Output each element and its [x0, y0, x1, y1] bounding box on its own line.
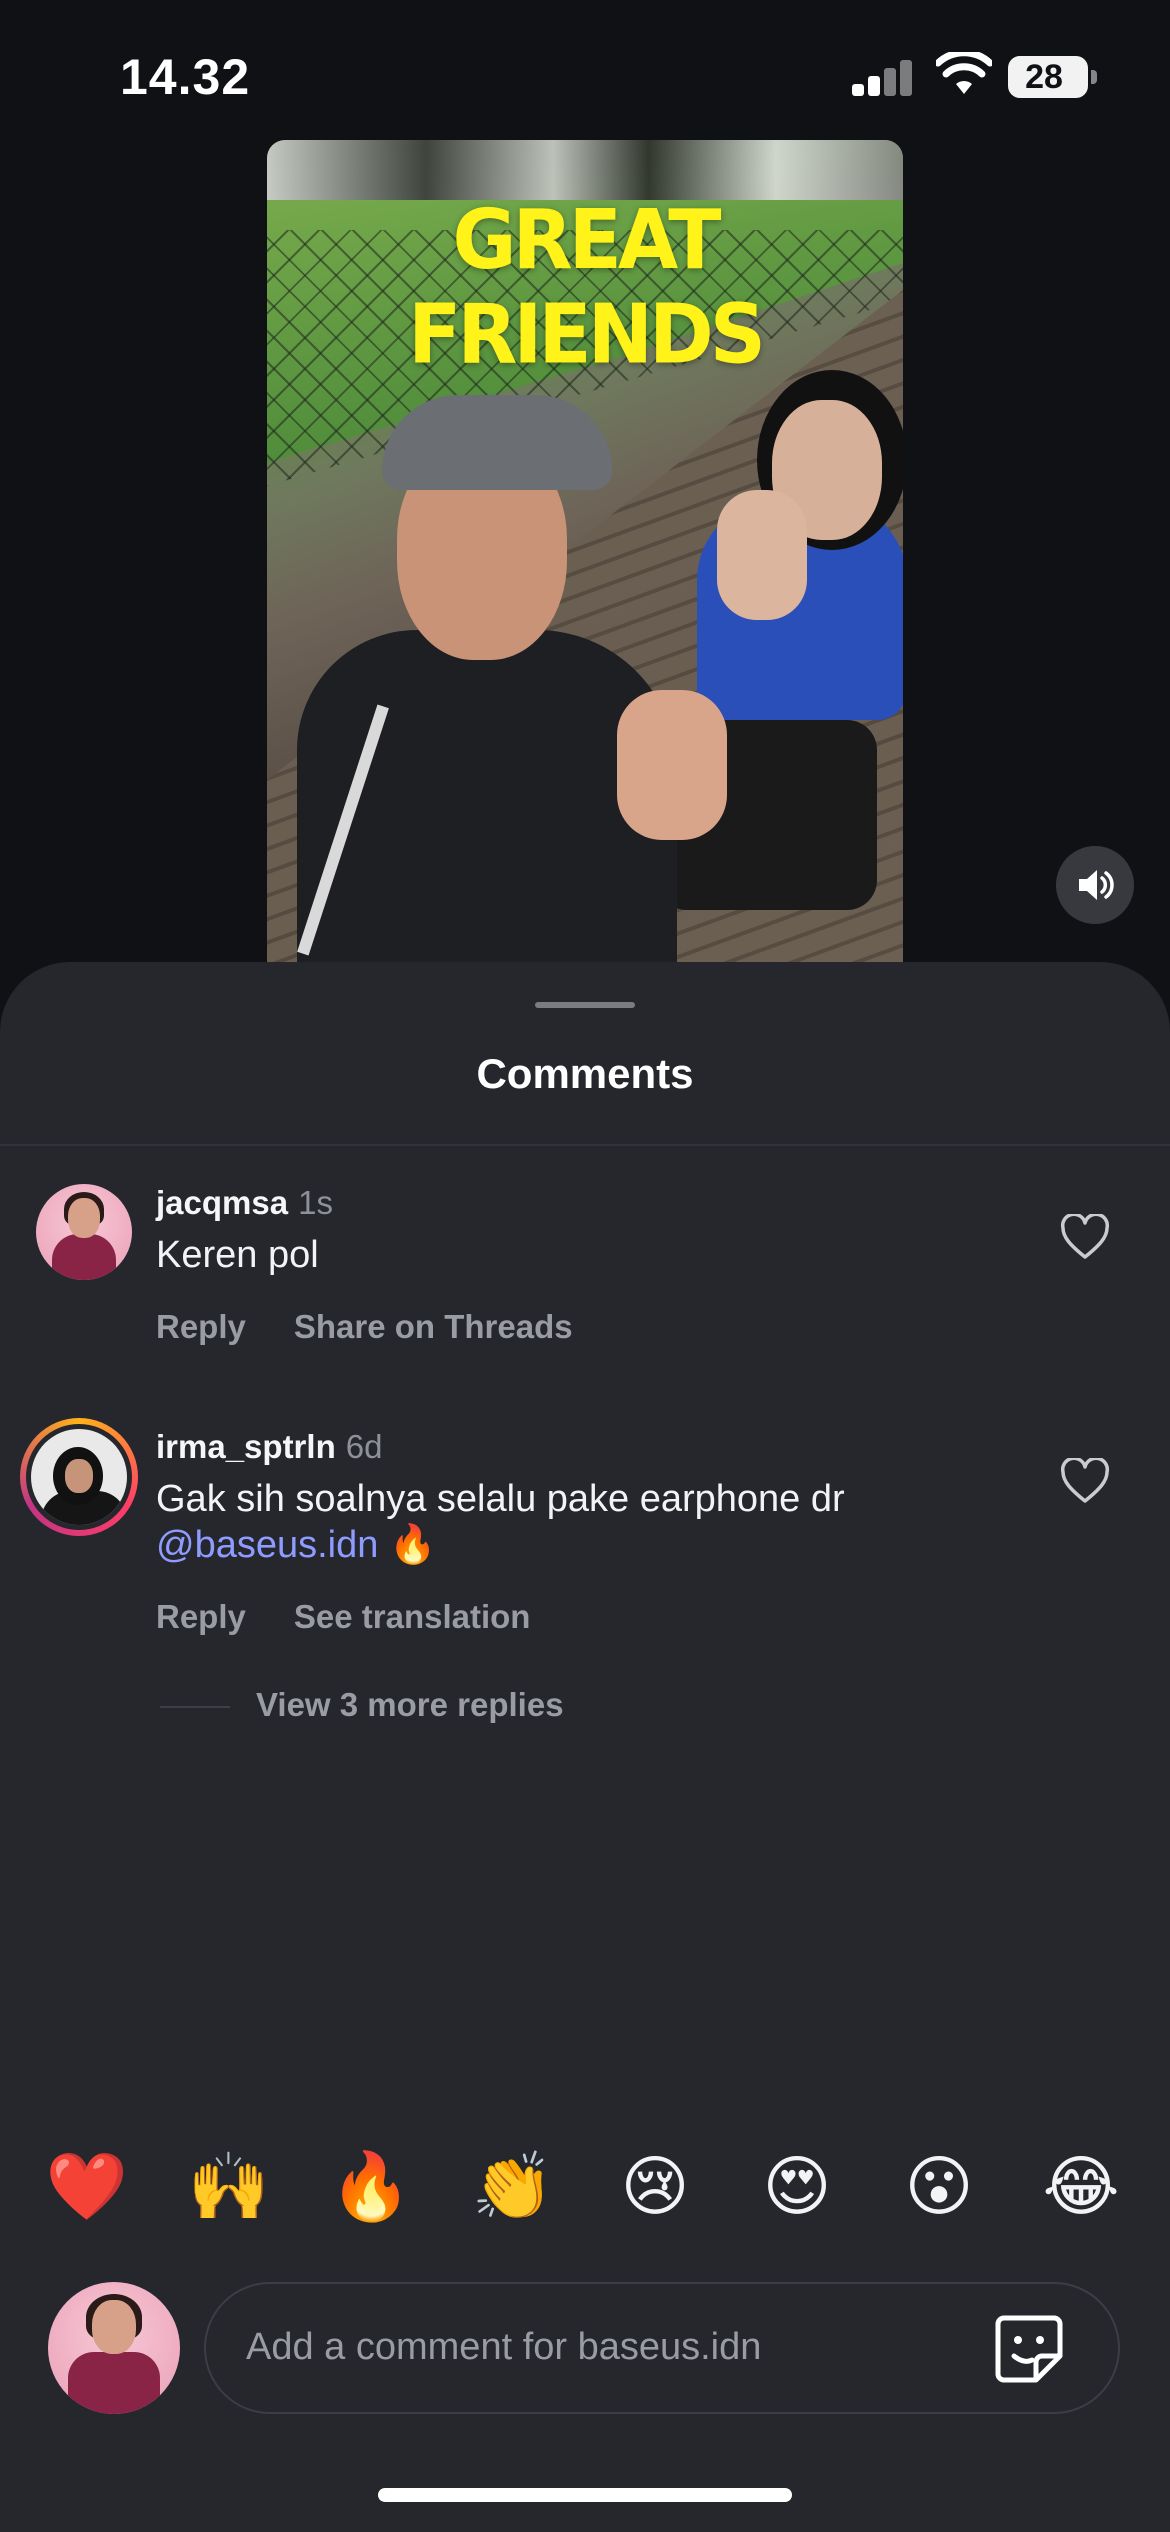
reaction-clap[interactable]: 👏: [468, 2142, 558, 2232]
battery-icon: 28: [1008, 56, 1097, 98]
comment-username[interactable]: jacqmsa 1s: [156, 1184, 333, 1222]
comment-body: Gak sih soalnya selalu pake earphone dr: [156, 1478, 845, 1520]
mention-link[interactable]: @baseus.idn: [156, 1524, 378, 1566]
reel-video[interactable]: GREAT FRIENDS: [267, 140, 903, 964]
person-left: [297, 370, 727, 964]
username-text[interactable]: irma_sptrln: [156, 1428, 336, 1465]
status-time: 14.32: [120, 49, 251, 105]
fire-emoji: 🔥: [388, 1524, 437, 1566]
sheet-grabber[interactable]: [535, 1002, 635, 1008]
status-bar: 14.32 28: [0, 0, 1170, 140]
sticker-icon[interactable]: [992, 2312, 1066, 2386]
view-more-replies-button[interactable]: View 3 more replies: [256, 1686, 564, 1724]
quick-reactions-bar: ❤️ 🙌 🔥 👏 😢 😍 😮 😂: [0, 2142, 1170, 2252]
home-indicator[interactable]: [378, 2488, 792, 2502]
reply-button[interactable]: Reply: [156, 1598, 246, 1635]
comment-actions: Reply See translation: [156, 1598, 578, 1636]
share-on-threads-button[interactable]: Share on Threads: [294, 1308, 573, 1345]
sheet-title: Comments: [476, 1050, 694, 1097]
comment-username[interactable]: irma_sptrln 6d: [156, 1428, 382, 1466]
comment-composer: Add a comment for baseus.idn: [0, 2270, 1170, 2470]
reaction-raised-hands[interactable]: 🙌: [184, 2142, 274, 2232]
comment-text: Gak sih soalnya selalu pake earphone dr …: [156, 1476, 1016, 1568]
comment-input[interactable]: Add a comment for baseus.idn: [204, 2282, 1120, 2414]
reaction-wow[interactable]: 😮: [894, 2142, 984, 2232]
sound-icon: [1079, 870, 1114, 900]
video-headline: GREAT FRIENDS: [408, 193, 766, 383]
reaction-cry[interactable]: 😢: [610, 2142, 700, 2232]
reaction-heart-eyes[interactable]: 😍: [752, 2142, 842, 2232]
avatar[interactable]: [31, 1429, 127, 1525]
wifi-icon: [936, 52, 992, 94]
heart-icon[interactable]: [1060, 1458, 1110, 1504]
comments-sheet: Comments jacqmsa 1s Keren pol Reply Share …: [0, 962, 1170, 2532]
my-avatar[interactable]: [48, 2282, 180, 2414]
reaction-laugh[interactable]: 😂: [1036, 2142, 1126, 2232]
comment-input-placeholder: Add a comment for baseus.idn: [246, 2326, 762, 2368]
comment-text: Keren pol: [156, 1234, 319, 1276]
comment-age: 6d: [345, 1428, 383, 1465]
heart-icon[interactable]: [1060, 1214, 1110, 1260]
reply-button[interactable]: Reply: [156, 1308, 246, 1345]
reaction-fire[interactable]: 🔥: [326, 2142, 416, 2232]
avatar[interactable]: [36, 1184, 132, 1280]
username-text[interactable]: jacqmsa: [156, 1184, 288, 1221]
sound-toggle-button[interactable]: [1056, 846, 1134, 924]
divider: [0, 1144, 1170, 1146]
comment-age: 1s: [298, 1184, 333, 1221]
comment-actions: Reply Share on Threads: [156, 1308, 621, 1346]
replies-line: [160, 1706, 230, 1708]
signal-icon: [852, 58, 914, 96]
reaction-heart[interactable]: ❤️: [42, 2142, 132, 2232]
battery-level: 28: [1025, 58, 1063, 96]
see-translation-button[interactable]: See translation: [294, 1598, 531, 1635]
